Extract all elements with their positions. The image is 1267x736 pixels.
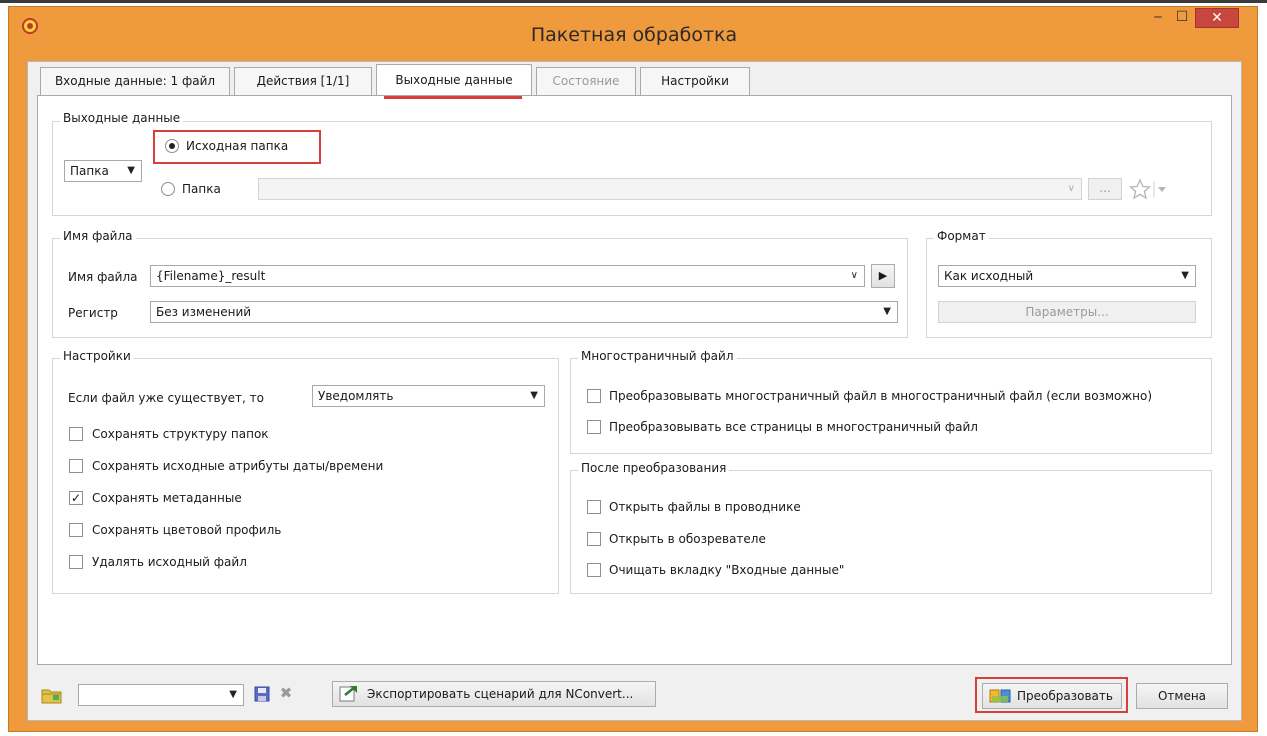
keep-metadata-checkbox[interactable]: ✓ — [69, 491, 83, 505]
open-in-explorer-checkbox[interactable] — [587, 500, 601, 514]
open-in-explorer-label: Открыть файлы в проводнике — [609, 500, 801, 514]
chevron-down-icon: ∨ — [1067, 183, 1075, 194]
folder-icon — [41, 689, 62, 704]
keep-datetime-label: Сохранять исходные атрибуты даты/времени — [92, 459, 384, 473]
output-mode-combo[interactable]: Папка ▼ — [64, 160, 142, 182]
filename-group-label: Имя файла — [60, 229, 136, 243]
format-params-button[interactable]: Параметры... — [938, 301, 1196, 323]
chevron-down-icon: ▼ — [530, 390, 538, 401]
keep-color-profile-checkbox[interactable] — [69, 523, 83, 537]
format-value: Как исходный — [944, 269, 1034, 283]
format-group — [926, 238, 1212, 338]
folder-radio-label: Папка — [182, 182, 221, 196]
convert-label: Преобразовать — [1017, 689, 1113, 703]
save-icon — [254, 686, 270, 702]
all-pages-multipage-label: Преобразовывать все страницы в многостра… — [609, 420, 978, 434]
case-combo[interactable]: Без изменений ▼ — [150, 301, 898, 323]
chevron-down-icon: ▼ — [229, 689, 237, 700]
tab-settings[interactable]: Настройки — [640, 67, 750, 95]
multipage-to-multipage-label: Преобразовывать многостраничный файл в м… — [609, 389, 1153, 403]
screen-top-border — [0, 0, 1267, 3]
tab-input[interactable]: Входные данные: 1 файл — [40, 67, 230, 95]
file-exists-value: Уведомлять — [318, 389, 394, 403]
keep-metadata-label: Сохранять метаданные — [92, 491, 242, 505]
export-nconvert-button[interactable]: Экспортировать сценарий для NConvert... — [332, 681, 656, 707]
delete-source-label: Удалять исходный файл — [92, 555, 247, 569]
case-value: Без изменений — [156, 305, 252, 319]
tab-output[interactable]: Выходные данные — [376, 64, 532, 96]
keep-folder-structure-checkbox[interactable] — [69, 427, 83, 441]
save-script-button[interactable] — [252, 685, 272, 705]
clear-input-tab-checkbox[interactable] — [587, 563, 601, 577]
format-group-label: Формат — [934, 229, 989, 243]
after-conversion-group-label: После преобразования — [578, 461, 730, 475]
keep-color-profile-label: Сохранять цветовой профиль — [92, 523, 282, 537]
delete-script-button[interactable]: ✖ — [276, 684, 296, 704]
delete-source-checkbox[interactable] — [69, 555, 83, 569]
format-combo[interactable]: Как исходный ▼ — [938, 265, 1196, 287]
convert-button[interactable]: Преобразовать — [982, 683, 1122, 709]
multipage-group-label: Многостраничный файл — [578, 349, 737, 363]
convert-icon — [989, 688, 1011, 705]
settings-group-label: Настройки — [60, 349, 134, 363]
output-group-label: Выходные данные — [60, 111, 184, 125]
open-in-browser-label: Открыть в обозревателе — [609, 532, 766, 546]
export-script-icon — [339, 685, 359, 703]
output-mode-value: Папка — [70, 164, 109, 178]
file-exists-combo[interactable]: Уведомлять ▼ — [312, 385, 545, 407]
keep-folder-structure-label: Сохранять структуру папок — [92, 427, 269, 441]
cancel-button[interactable]: Отмена — [1136, 683, 1228, 709]
filename-input[interactable]: {Filename}_result ∨ — [150, 265, 865, 287]
chevron-down-icon: ▼ — [127, 165, 135, 176]
filename-group — [52, 238, 908, 338]
delete-icon: ✖ — [279, 684, 293, 702]
multipage-group — [570, 358, 1212, 454]
source-folder-radio[interactable] — [165, 139, 179, 153]
tab-status[interactable]: Состояние — [536, 67, 636, 95]
keep-datetime-checkbox[interactable] — [69, 459, 83, 473]
checkmark-icon: ✓ — [70, 491, 82, 505]
all-pages-multipage-checkbox[interactable] — [587, 420, 601, 434]
favorites-button[interactable] — [1128, 177, 1174, 201]
open-script-folder-button[interactable] — [40, 684, 64, 706]
source-folder-label: Исходная папка — [186, 139, 289, 153]
browse-folder-button[interactable]: ... — [1088, 178, 1122, 200]
case-label: Регистр — [68, 306, 118, 320]
tab-actions[interactable]: Действия [1/1] — [234, 67, 372, 95]
window-title: Пакетная обработка — [530, 24, 738, 46]
multipage-to-multipage-checkbox[interactable] — [587, 389, 601, 403]
folder-path-combo[interactable]: ∨ — [258, 178, 1082, 200]
maximize-button[interactable]: ☐ — [1169, 7, 1195, 29]
chevron-down-icon: ▼ — [883, 306, 891, 317]
script-combo[interactable]: ▼ — [78, 684, 244, 706]
filename-label: Имя файла — [68, 270, 138, 284]
chevron-down-icon: ▼ — [1181, 270, 1189, 281]
close-button[interactable]: ✕ — [1195, 8, 1239, 28]
minimize-button[interactable]: ‒ — [1145, 7, 1171, 29]
clear-input-tab-label: Очищать вкладку "Входные данные" — [609, 563, 845, 577]
filename-value: {Filename}_result — [156, 269, 266, 283]
export-nconvert-label: Экспортировать сценарий для NConvert... — [367, 687, 634, 701]
chevron-down-icon: ∨ — [850, 270, 858, 281]
star-icon — [1128, 178, 1166, 200]
file-exists-label: Если файл уже существует, то — [68, 391, 264, 405]
filename-macro-button[interactable]: ▶ — [871, 264, 895, 288]
play-arrow-icon: ▶ — [878, 269, 888, 282]
open-in-browser-checkbox[interactable] — [587, 532, 601, 546]
folder-radio[interactable] — [161, 182, 175, 196]
active-tab-underline — [384, 96, 522, 99]
